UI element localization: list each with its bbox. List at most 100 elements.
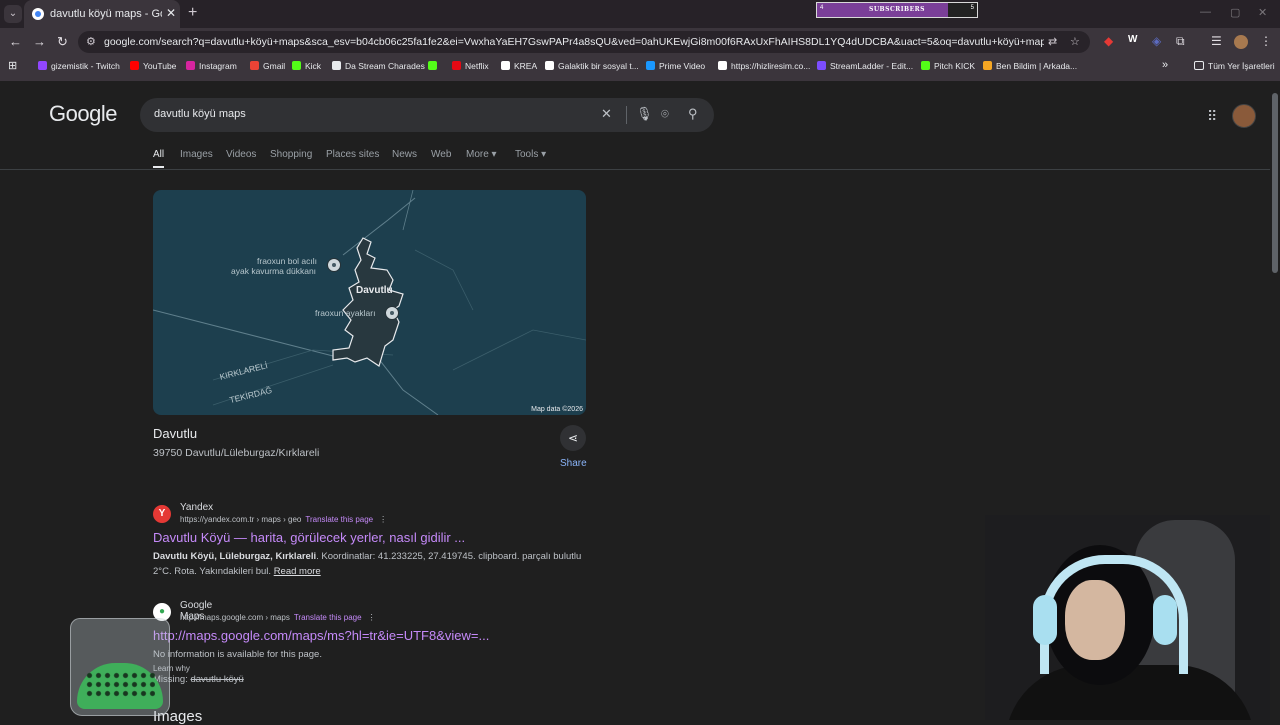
google-logo[interactable]: Google	[49, 101, 117, 127]
lens-camera-icon[interactable]: ⌾	[661, 106, 669, 122]
address-bar[interactable]: ⚙ google.com/search?q=davutlu+köyü+maps&…	[78, 31, 1090, 53]
bookmark-label: Galaktik bir sosyal t...	[558, 61, 639, 71]
page-top-border	[0, 78, 1280, 81]
scrollbar-thumb[interactable]	[1272, 93, 1278, 273]
tab-web[interactable]: Web	[431, 149, 451, 160]
tab-places-sites[interactable]: Places sites	[326, 149, 379, 160]
subscriber-goal-title: SUBSCRIBERS	[868, 6, 925, 13]
result-snippet: Davutlu Köyü, Lüleburgaz, Kırklareli. Ko…	[153, 549, 581, 564]
instagram-icon	[186, 61, 195, 70]
bookmark-item[interactable]: Gmail	[250, 61, 285, 71]
all-bookmarks-folder[interactable]: Tüm Yer İşaretleri	[1194, 61, 1275, 71]
active-tab[interactable]: davutlu köyü maps - Google Se ✕	[24, 0, 180, 28]
bookmark-item[interactable]: Pitch KICK	[921, 61, 975, 71]
result-options-icon[interactable]: ⋮	[368, 613, 376, 622]
bookmark-item[interactable]	[428, 61, 441, 71]
tab-videos[interactable]: Videos	[226, 149, 256, 160]
bookmark-item[interactable]: Ben Bildim | Arkada...	[983, 61, 1077, 71]
bookmark-item[interactable]: YouTube	[130, 61, 176, 71]
share-label[interactable]: Share	[560, 458, 587, 469]
snippet-bold: Davutlu Köyü, Lüleburgaz, Kırklareli	[153, 551, 317, 562]
minimize-icon[interactable]: —	[1200, 6, 1211, 18]
reload-icon[interactable]: ↻	[57, 34, 68, 50]
more-bookmarks-chevron-icon[interactable]: »	[1162, 59, 1168, 71]
clear-search-icon[interactable]: ✕	[601, 106, 612, 122]
result-options-icon[interactable]: ⋮	[379, 515, 387, 524]
puzzle-icon	[332, 61, 341, 70]
tab-more[interactable]: More ▾	[466, 149, 497, 160]
bookmark-item[interactable]: gizemistik - Twitch	[38, 61, 120, 71]
map-attribution: Map data ©2026	[531, 406, 583, 413]
share-icon[interactable]: ⋖	[560, 425, 586, 451]
youtube-icon	[130, 61, 139, 70]
map-poi-label-1: fraoxun bol acılı	[257, 256, 318, 266]
result-title-link[interactable]: http://maps.google.com/maps/ms?hl=tr&ie=…	[153, 628, 489, 643]
translate-link[interactable]: Translate this page	[294, 613, 362, 622]
snippet-rest: . Koordinatlar: 41.233225, 27.419745. cl…	[316, 551, 582, 562]
map-poi-label-1b: ayak kavurma dükkanı	[231, 266, 317, 276]
apps-grid-icon[interactable]: ⊞	[8, 59, 17, 72]
bookmark-item[interactable]: Kick	[292, 61, 321, 71]
bookmark-item[interactable]: StreamLadder - Edit...	[817, 61, 913, 71]
bulb-icon	[983, 61, 992, 70]
active-tab-underline	[153, 166, 164, 168]
tab-news[interactable]: News	[392, 149, 417, 160]
result-title-link[interactable]: Davutlu Köyü — harita, görülecek yerler,…	[153, 530, 465, 545]
search-box[interactable]: davutlu köyü maps ✕ 🎙 ⌾ ⚲	[140, 98, 714, 132]
place-name: Davutlu	[153, 426, 198, 441]
kick-icon	[921, 61, 930, 70]
tab-search-dropdown-icon[interactable]: ⌄	[4, 5, 22, 23]
voice-search-mic-icon[interactable]: 🎙	[636, 106, 653, 122]
tab-shopping[interactable]: Shopping	[270, 149, 312, 160]
bookmark-item[interactable]: https://hizliresim.co...	[718, 61, 810, 71]
result-cite-url: http://maps.google.com › maps	[180, 613, 290, 622]
google-account-avatar[interactable]	[1232, 104, 1256, 128]
bookmark-label: Pitch KICK	[934, 61, 976, 71]
browser-profile-avatar[interactable]	[1234, 35, 1248, 49]
browser-menu-icon[interactable]: ⋮	[1260, 34, 1272, 48]
tab-close-icon[interactable]: ✕	[166, 6, 176, 20]
search-divider	[626, 106, 627, 124]
new-tab-plus-icon[interactable]: +	[188, 4, 197, 22]
search-input[interactable]: davutlu köyü maps	[154, 108, 246, 120]
subscriber-goal-target: 5	[970, 5, 974, 11]
bookmark-item[interactable]: Da Stream Charades	[332, 61, 425, 71]
folder-icon	[1194, 61, 1204, 70]
page-scrollbar[interactable]	[1270, 81, 1280, 720]
translate-link[interactable]: Translate this page	[305, 515, 373, 524]
google-apps-grid-icon[interactable]: ⠿	[1207, 108, 1217, 125]
bookmark-item[interactable]: Netflix	[452, 61, 489, 71]
map-pin-1-icon[interactable]	[327, 258, 341, 272]
tab-images[interactable]: Images	[180, 149, 213, 160]
search-magnifier-icon[interactable]: ⚲	[688, 106, 698, 122]
forward-arrow-icon[interactable]: →	[33, 34, 46, 49]
map-pin-2-icon[interactable]	[385, 306, 399, 320]
bookmark-item[interactable]: Galaktik bir sosyal t...	[545, 61, 639, 71]
read-more-link[interactable]: Read more	[274, 566, 321, 577]
extension-blue-icon[interactable]: ◈	[1152, 34, 1161, 48]
tab-strip: ⌄ davutlu köyü maps - Google Se ✕ + 4 SU…	[0, 0, 1280, 28]
extension-red-icon[interactable]: ◆	[1104, 34, 1113, 48]
close-window-icon[interactable]: ✕	[1258, 6, 1267, 19]
site-info-icon[interactable]: ⚙	[86, 35, 96, 48]
yandex-favicon-icon: Y	[153, 505, 171, 523]
google-favicon-icon	[32, 8, 44, 20]
translate-page-icon[interactable]: ⇄	[1048, 35, 1057, 48]
tab-tools[interactable]: Tools ▾	[515, 149, 546, 160]
map-preview[interactable]: fraoxun bol acılı ayak kavurma dükkanı D…	[153, 190, 586, 415]
bookmark-item[interactable]: KREA	[501, 61, 537, 71]
url-text[interactable]: google.com/search?q=davutlu+köyü+maps&sc…	[104, 36, 1044, 48]
extensions-puzzle-icon[interactable]: ⧉	[1176, 34, 1185, 49]
result-cite: https://yandex.com.tr › maps › geo Transl…	[180, 515, 387, 524]
bookmark-item[interactable]: Instagram	[186, 61, 237, 71]
bookmark-label: KREA	[514, 61, 538, 71]
back-arrow-icon[interactable]: ←	[9, 34, 22, 49]
bookmark-item[interactable]: Prime Video	[646, 61, 705, 71]
reading-list-icon[interactable]: ☰	[1211, 34, 1222, 48]
tab-all[interactable]: All	[153, 149, 164, 160]
bookmark-star-icon[interactable]: ☆	[1070, 35, 1080, 48]
bookmark-label: StreamLadder - Edit...	[830, 61, 914, 71]
twitch-icon	[38, 61, 47, 70]
extension-w-icon[interactable]: W	[1128, 34, 1137, 45]
maximize-icon[interactable]: ▢	[1230, 6, 1240, 19]
